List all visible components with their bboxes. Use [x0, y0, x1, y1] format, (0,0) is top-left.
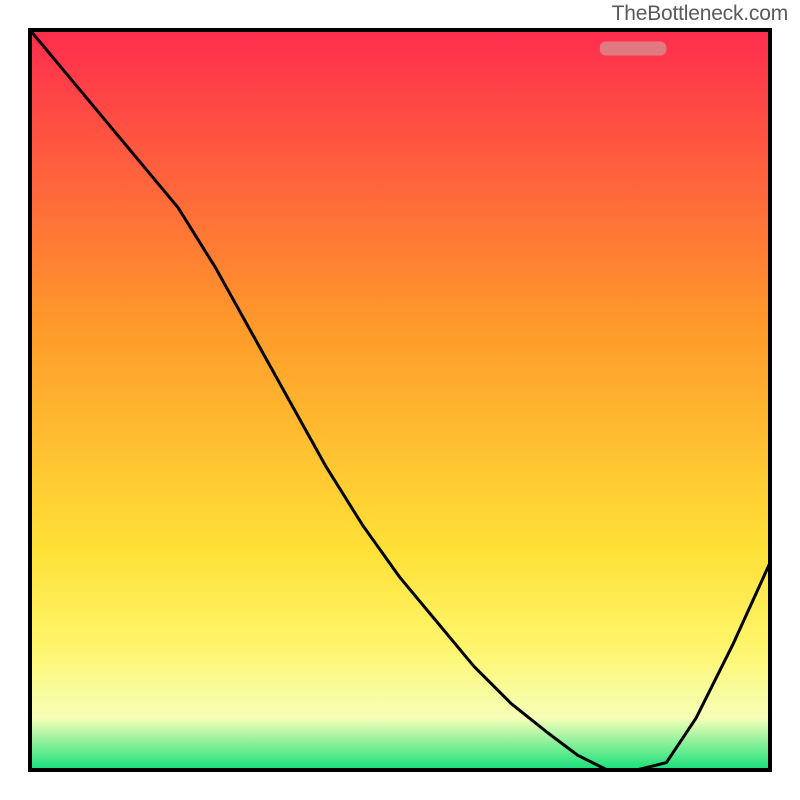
optimal-range-marker: [600, 42, 667, 56]
plot-area: [30, 30, 770, 770]
bottleneck-curve-chart: [0, 0, 800, 800]
